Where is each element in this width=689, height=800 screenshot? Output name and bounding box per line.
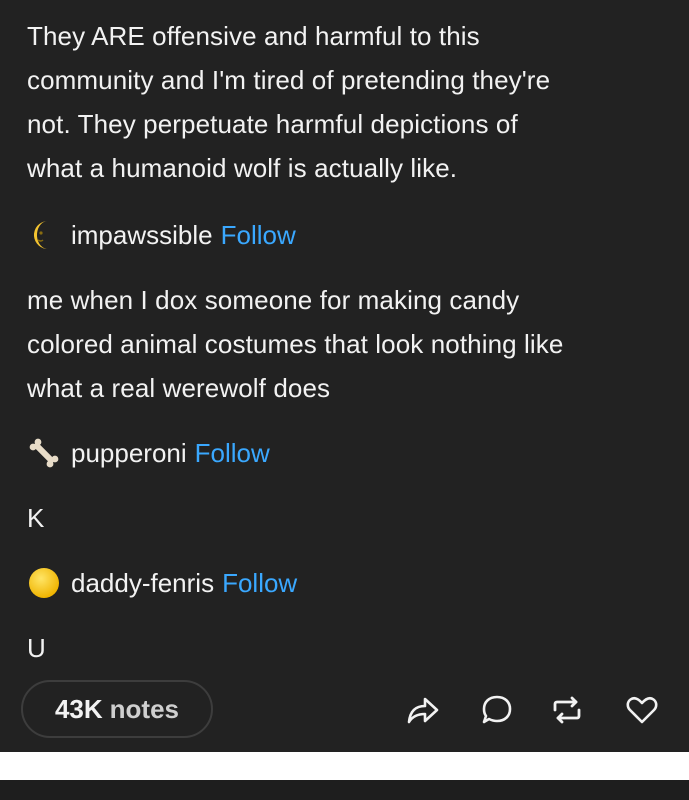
reblog-text: U bbox=[27, 626, 669, 670]
reblog-author: pupperoni Follow bbox=[27, 433, 270, 473]
author-username[interactable]: daddy-fenris bbox=[71, 568, 214, 599]
reblog-text: K bbox=[27, 496, 669, 540]
post-line: what a real werewolf does bbox=[27, 373, 331, 403]
author-username[interactable]: impawssible bbox=[71, 220, 213, 251]
post-line: me when I dox someone for making candy bbox=[27, 285, 520, 315]
post-line: colored animal costumes that look nothin… bbox=[27, 329, 564, 359]
post-line: K bbox=[27, 503, 45, 533]
post-card: They ARE offensive and harmful to this c… bbox=[0, 0, 689, 752]
next-post-edge bbox=[0, 780, 689, 800]
reply-icon[interactable] bbox=[479, 692, 515, 728]
follow-button[interactable]: Follow bbox=[195, 438, 270, 469]
yellow-circle-icon[interactable] bbox=[27, 566, 61, 600]
bone-icon[interactable] bbox=[27, 436, 61, 470]
reblog-author: impawssible Follow bbox=[27, 215, 296, 255]
like-icon[interactable] bbox=[624, 692, 660, 728]
crescent-moon-icon[interactable] bbox=[27, 218, 61, 252]
post-line: U bbox=[27, 633, 46, 663]
post-body-text: They ARE offensive and harmful to this c… bbox=[27, 14, 669, 190]
reblog-text: me when I dox someone for making candy c… bbox=[27, 278, 669, 410]
post-line: They ARE offensive and harmful to this bbox=[27, 21, 480, 51]
follow-button[interactable]: Follow bbox=[221, 220, 296, 251]
notes-button[interactable]: 43K notes bbox=[21, 680, 213, 738]
author-username[interactable]: pupperoni bbox=[71, 438, 187, 469]
share-icon[interactable] bbox=[405, 692, 441, 728]
post-line: community and I'm tired of pretending th… bbox=[27, 65, 551, 95]
reblog-icon[interactable] bbox=[549, 692, 585, 728]
post-line: what a humanoid wolf is actually like. bbox=[27, 153, 458, 183]
post-line: not. They perpetuate harmful depictions … bbox=[27, 109, 518, 139]
notes-label: notes bbox=[109, 693, 180, 724]
follow-button[interactable]: Follow bbox=[222, 568, 297, 599]
reblog-author: daddy-fenris Follow bbox=[27, 563, 297, 603]
notes-count: 43K bbox=[54, 693, 103, 724]
divider-bar bbox=[0, 752, 689, 780]
